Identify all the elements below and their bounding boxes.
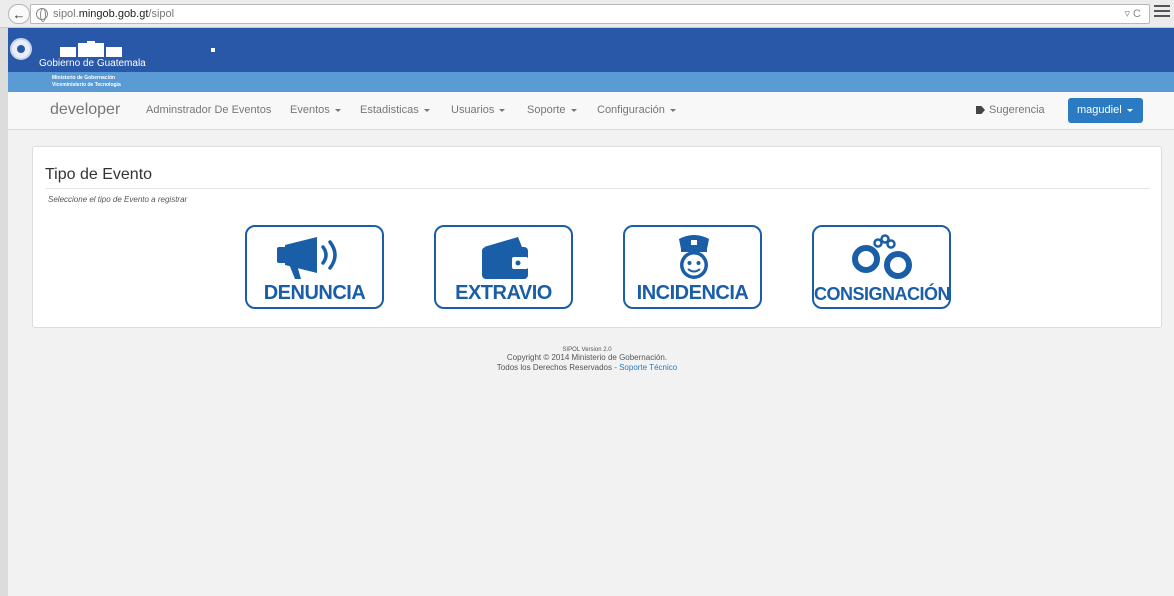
event-extravio-button[interactable]: EXTRAVIO <box>434 225 573 309</box>
nav-item-eventos[interactable]: Eventos <box>290 104 341 116</box>
event-label: DENUNCIA <box>263 282 366 304</box>
divider <box>45 188 1150 189</box>
wallet-icon <box>482 237 528 279</box>
back-button[interactable]: ← <box>8 4 30 24</box>
national-seal-icon <box>10 38 32 60</box>
national-palace-logo <box>60 41 122 57</box>
event-label: INCIDENCIA <box>636 282 749 304</box>
reload-icon[interactable]: ▿ C <box>1124 7 1141 20</box>
event-denuncia-button[interactable]: DENUNCIA <box>245 225 384 309</box>
caret-down-icon <box>1126 108 1133 112</box>
browser-toolbar: ← sipol.mingob.gob.gt/sipol ▿ C <box>0 0 1174 28</box>
panel-subtitle: Seleccione el tipo de Evento a registrar <box>48 195 188 204</box>
globe-icon <box>36 8 48 22</box>
police-officer-icon <box>679 235 709 279</box>
event-consignacion-button[interactable]: CONSIGNACIÓN <box>812 225 951 309</box>
url-domain-main: mingob.gob.gt <box>78 8 149 20</box>
event-type-panel: Tipo de Evento Seleccione el tipo de Eve… <box>32 146 1162 328</box>
copyright-text: Copyright © 2014 Ministerio de Gobernaci… <box>506 353 668 362</box>
address-bar[interactable]: sipol.mingob.gob.gt/sipol ▿ C <box>30 4 1150 24</box>
government-name: Gobierno de Guatemala <box>39 58 146 69</box>
nav-item-estadisticas[interactable]: Estadisticas <box>360 104 430 116</box>
caret-down-icon <box>669 108 676 112</box>
nav-item-usuarios[interactable]: Usuarios <box>451 104 506 116</box>
user-menu-button[interactable]: magudiel <box>1068 98 1143 123</box>
rights-line: Todos los Derechos Reservados - Soporte … <box>496 363 678 372</box>
tag-icon <box>976 106 985 114</box>
brand-link[interactable]: developer <box>50 101 120 119</box>
nav-item-configuracion[interactable]: Configuración <box>597 104 676 116</box>
handcuffs-icon <box>852 234 912 279</box>
support-link[interactable]: Soporte Técnico <box>619 363 677 372</box>
browser-menu-icon[interactable] <box>1154 5 1170 21</box>
url-text: sipol.mingob.gob.gt/sipol <box>53 8 175 20</box>
event-label: EXTRAVIO <box>455 282 552 304</box>
event-incidencia-button[interactable]: INCIDENCIA <box>623 225 762 309</box>
left-margin <box>0 28 8 596</box>
back-arrow-icon: ← <box>12 6 26 22</box>
megaphone-icon <box>277 237 337 279</box>
event-label: CONSIGNACIÓN <box>814 284 951 304</box>
ministry-text: Ministerio de Gobernación Viceministerio… <box>52 75 121 88</box>
suggestion-link[interactable]: Sugerencia <box>976 104 1045 116</box>
government-banner <box>0 28 1174 72</box>
caret-down-icon <box>334 108 341 112</box>
main-navbar: developer Adminstrador De Eventos Evento… <box>8 92 1174 130</box>
page-footer: SIPOL Version 2.0 Copyright © 2014 Minis… <box>0 347 1174 373</box>
caret-down-icon <box>423 108 430 112</box>
government-strip <box>0 72 1174 92</box>
caret-down-icon <box>570 108 577 112</box>
banner-dot <box>211 48 215 52</box>
nav-item-soporte[interactable]: Soporte <box>527 104 577 116</box>
nav-item-event-admin[interactable]: Adminstrador De Eventos <box>146 104 271 116</box>
caret-down-icon <box>499 108 506 112</box>
panel-title: Tipo de Evento <box>45 166 153 183</box>
